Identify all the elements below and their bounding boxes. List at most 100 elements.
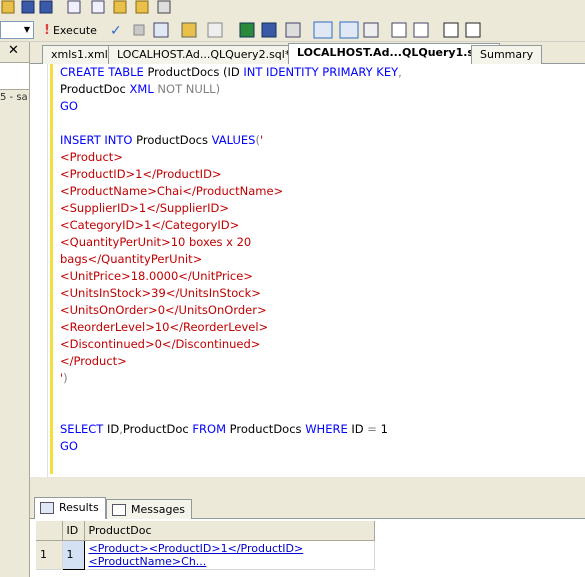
code-token: <UnitsOnOrder>0</UnitsOnOrder> bbox=[60, 303, 267, 317]
tab-summary[interactable]: Summary bbox=[471, 45, 543, 64]
column-header-id[interactable]: ID bbox=[62, 521, 85, 541]
code-token: ProductDocs bbox=[147, 65, 223, 79]
code-token: ) bbox=[63, 371, 68, 385]
code-line[interactable]: <ProductName>Chai</ProductName> bbox=[60, 183, 402, 200]
specify-values-icon bbox=[207, 22, 223, 38]
code-token: ProductDoc bbox=[60, 82, 130, 96]
code-token: ' bbox=[259, 133, 264, 147]
include-plan-icon bbox=[339, 21, 359, 39]
open-file-icon bbox=[1, 0, 15, 14]
toolbar-icons-row1: ▾ bbox=[1, 0, 188, 16]
code-line[interactable]: GO bbox=[60, 98, 402, 115]
code-token: NOT NULL bbox=[157, 82, 216, 96]
object-explorer-panel bbox=[0, 42, 30, 577]
code-token: <ReorderLevel>10</ReorderLevel> bbox=[60, 320, 269, 334]
increase-indent-icon bbox=[465, 22, 481, 38]
code-line[interactable] bbox=[60, 115, 402, 132]
tab-label: LOCALHOST.Ad...QLQuery1.sql* bbox=[297, 46, 492, 59]
close-icon[interactable]: ✕ bbox=[8, 43, 19, 58]
cancel-query-icon bbox=[133, 24, 145, 36]
code-line[interactable]: <UnitsOnOrder>0</UnitsOnOrder> bbox=[60, 302, 402, 319]
grid-icon bbox=[40, 502, 54, 514]
object-explorer-node-label[interactable]: 5 - sa bbox=[0, 92, 28, 103]
sql-code[interactable]: CREATE TABLE ProductDocs (ID INT IDENTIT… bbox=[60, 64, 402, 455]
code-token: VALUES bbox=[211, 133, 256, 147]
code-line[interactable]: ProductDoc XML NOT NULL) bbox=[60, 81, 402, 98]
query-toolbar-icons: ✓ bbox=[110, 21, 481, 39]
code-token: INT IDENTITY PRIMARY KEY bbox=[243, 65, 399, 79]
execute-label: Execute bbox=[52, 23, 97, 37]
client-stats-icon bbox=[363, 22, 379, 38]
code-token: GO bbox=[60, 439, 78, 453]
code-line[interactable]: SELECT ID,ProductDoc FROM ProductDocs WH… bbox=[60, 421, 402, 438]
code-token: <Product> bbox=[60, 150, 123, 164]
xml-link[interactable]: <Product><ProductID>1</ProductID><Produc… bbox=[89, 542, 304, 568]
save-all-icon bbox=[39, 0, 53, 14]
code-token: CREATE TABLE bbox=[60, 65, 148, 79]
code-line[interactable]: <CategoryID>1</CategoryID> bbox=[60, 217, 402, 234]
code-token: ProductDocs bbox=[136, 133, 212, 147]
editor-margin bbox=[30, 64, 48, 477]
chevron-down-icon[interactable]: ▼ bbox=[21, 22, 33, 38]
code-line[interactable]: <ReorderLevel>10</ReorderLevel> bbox=[60, 319, 402, 336]
database-combo[interactable]: ▼ bbox=[0, 21, 34, 39]
code-token: (ID bbox=[222, 65, 244, 79]
code-token: <UnitsInStock>39</UnitsInStock> bbox=[60, 286, 261, 300]
execute-icon: ! bbox=[44, 22, 50, 38]
tab-messages[interactable]: Messages bbox=[106, 499, 192, 519]
code-line[interactable]: <Product> bbox=[60, 149, 402, 166]
tab-results[interactable]: Results bbox=[34, 497, 106, 519]
code-token: ID bbox=[106, 422, 120, 436]
code-token: ProductDocs bbox=[229, 422, 306, 436]
code-line[interactable]: <UnitPrice>18.0000</UnitPrice> bbox=[60, 268, 402, 285]
code-token: <ProductID>1</ProductID> bbox=[60, 167, 222, 181]
code-token: <CategoryID>1</CategoryID> bbox=[60, 218, 240, 232]
code-token: SELECT bbox=[60, 422, 107, 436]
code-line[interactable]: INSERT INTO ProductDocs VALUES(' bbox=[60, 132, 402, 149]
row-number[interactable]: 1 bbox=[36, 540, 63, 570]
tab-query1[interactable]: LOCALHOST.Ad...QLQuery1.sql* bbox=[288, 43, 501, 64]
top-toolbar: ▾ bbox=[0, 0, 585, 18]
decrease-indent-icon bbox=[443, 22, 459, 38]
code-line[interactable]: <UnitsInStock>39</UnitsInStock> bbox=[60, 285, 402, 302]
results-pane: ID ProductDoc 1 1 <Product><ProductID>1<… bbox=[30, 519, 585, 577]
tab-label: Results bbox=[59, 501, 99, 514]
results-to-text-icon bbox=[261, 22, 277, 38]
code-line[interactable]: <SupplierID>1</SupplierID> bbox=[60, 200, 402, 217]
code-token: , bbox=[398, 65, 402, 79]
document-tabs: xmls1.xml LOCALHOST.Ad...QLQuery2.sql* L… bbox=[30, 42, 585, 64]
editor-results-splitter[interactable] bbox=[30, 477, 585, 497]
execute-button[interactable]: ! Execute bbox=[44, 21, 97, 39]
code-line[interactable]: <ProductID>1</ProductID> bbox=[60, 166, 402, 183]
code-token: <Discontinued>0</Discontinued> bbox=[60, 337, 261, 351]
productdoc-cell[interactable]: <Product><ProductID>1</ProductID><Produc… bbox=[84, 540, 375, 570]
template-icon bbox=[135, 0, 149, 14]
code-line[interactable] bbox=[60, 404, 402, 421]
code-line[interactable] bbox=[60, 387, 402, 404]
code-line[interactable]: bags</QuantityPerUnit> bbox=[60, 251, 402, 268]
code-line[interactable]: <QuantityPerUnit>10 boxes x 20 bbox=[60, 234, 402, 251]
code-line[interactable]: CREATE TABLE ProductDocs (ID INT IDENTIT… bbox=[60, 64, 402, 81]
code-token: GO bbox=[60, 99, 78, 113]
uncomment-lines-icon bbox=[413, 22, 429, 38]
code-line[interactable]: </Product> bbox=[60, 353, 402, 370]
code-token: XML bbox=[129, 82, 158, 96]
code-line[interactable]: ') bbox=[60, 370, 402, 387]
code-token: </Product> bbox=[60, 354, 127, 368]
tab-xmls1[interactable]: xmls1.xml bbox=[42, 45, 117, 64]
code-token: <QuantityPerUnit>10 boxes x 20 bbox=[60, 235, 252, 249]
object-explorer-toolbar bbox=[0, 62, 29, 90]
code-token: INSERT INTO bbox=[60, 133, 137, 147]
code-token: 1 bbox=[380, 422, 388, 436]
id-cell[interactable]: 1 bbox=[61, 539, 85, 570]
tab-query2[interactable]: LOCALHOST.Ad...QLQuery2.sql* bbox=[108, 45, 300, 64]
column-header-productdoc[interactable]: ProductDoc bbox=[84, 521, 375, 541]
object-explorer-icon bbox=[113, 0, 127, 14]
sql-editor[interactable]: CREATE TABLE ProductDocs (ID INT IDENTIT… bbox=[30, 64, 585, 477]
code-token: bags</QuantityPerUnit> bbox=[60, 252, 203, 266]
code-line[interactable]: <Discontinued>0</Discontinued> bbox=[60, 336, 402, 353]
comment-lines-icon bbox=[391, 22, 407, 38]
code-token: <UnitPrice>18.0000</UnitPrice> bbox=[60, 269, 253, 283]
code-line[interactable]: GO bbox=[60, 438, 402, 455]
row-header-corner[interactable] bbox=[36, 521, 63, 541]
